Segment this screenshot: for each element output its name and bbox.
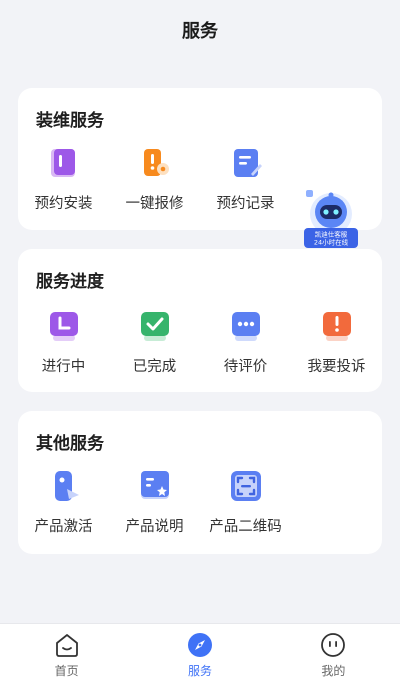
tab-profile-label: 我的 [321,664,346,678]
booking-install-button[interactable]: 预约安装 [18,146,109,213]
in-progress-button[interactable]: 进行中 [18,309,109,376]
section-service-progress: 服务进度 进行中 已完成 待评价 我要投诉 [18,249,382,392]
completed-button[interactable]: 已完成 [109,309,200,376]
robot-assistant-icon[interactable]: 凯迪仕客服 24小时在线 [300,188,362,252]
bottom-tab-bar: 首页 服务 我的 [0,623,400,682]
repair-report-icon [143,149,169,176]
booking-install-icon [50,149,75,177]
pending-review-icon [231,312,260,341]
product-activate-label: 产品激活 [34,519,93,535]
pending-review-button[interactable]: 待评价 [200,309,291,376]
tab-service[interactable]: 服务 [133,624,266,682]
complaint-icon [322,312,351,341]
tab-home-label: 首页 [54,664,79,678]
completed-label: 已完成 [132,359,177,375]
pending-review-label: 待评价 [223,359,268,375]
section-title: 装维服务 [36,111,104,131]
booking-record-icon [233,149,262,177]
product-manual-label: 产品说明 [125,519,184,535]
page-header: 服务 [0,0,400,60]
page-title: 服务 [182,21,218,42]
repair-report-button[interactable]: 一键报修 [109,146,200,213]
product-activate-icon [54,471,79,501]
section-title: 其他服务 [36,434,104,454]
home-icon [55,634,78,657]
repair-report-label: 一键报修 [125,196,184,212]
tab-home[interactable]: 首页 [0,624,133,682]
qr-code-button[interactable]: 产品二维码 [200,469,291,536]
qr-code-label: 产品二维码 [209,519,282,535]
complaint-label: 我要投诉 [307,359,366,375]
section-other-services: 其他服务 产品激活 产品说明 产品二维码 [18,411,382,554]
product-activate-button[interactable]: 产品激活 [18,469,109,536]
booking-install-label: 预约安装 [34,196,93,212]
product-manual-button[interactable]: 产品说明 [109,469,200,536]
profile-icon [321,633,346,657]
booking-record-button[interactable]: 预约记录 [200,146,291,213]
completed-icon [140,312,169,341]
product-manual-icon [140,471,169,499]
qr-code-icon [230,471,261,501]
tab-service-label: 服务 [187,664,212,678]
section-title: 服务进度 [36,272,104,292]
complaint-button[interactable]: 我要投诉 [291,309,382,376]
compass-icon [187,633,212,657]
tab-profile[interactable]: 我的 [267,624,400,682]
in-progress-label: 进行中 [41,359,86,375]
in-progress-icon [49,312,78,341]
assistant-line2: 24小时在线 [314,238,349,247]
booking-record-label: 预约记录 [216,196,275,212]
assistant-line1: 凯迪仕客服 [315,230,348,239]
